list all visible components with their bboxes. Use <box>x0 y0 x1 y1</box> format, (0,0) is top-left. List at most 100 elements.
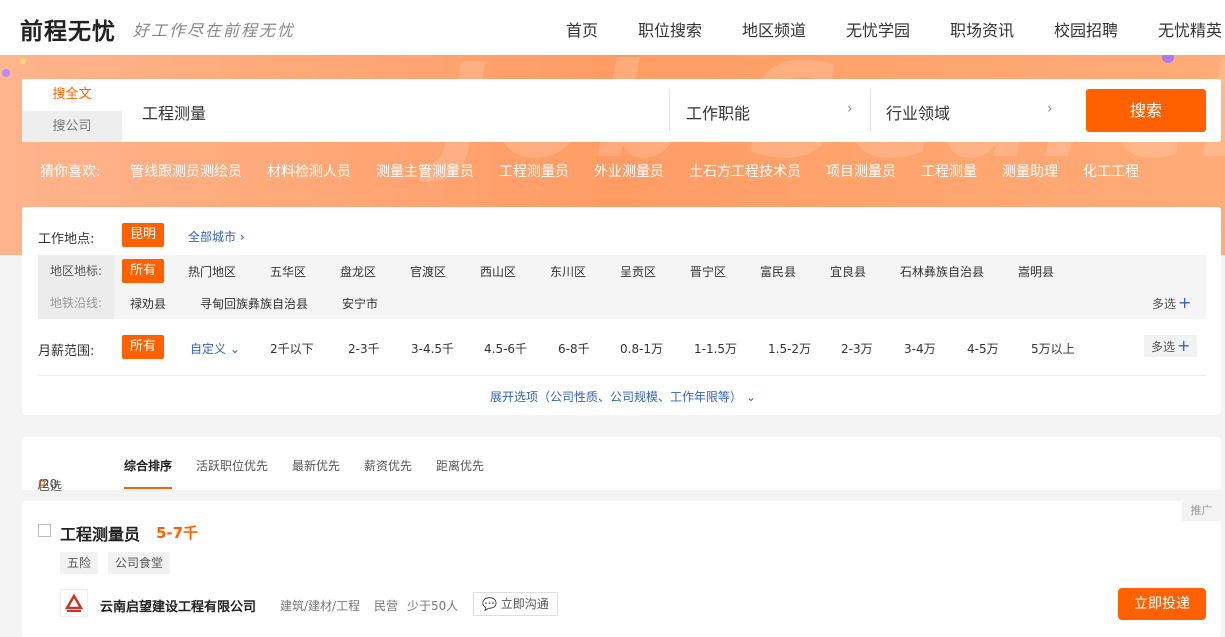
area-multi-select[interactable]: 多选 + <box>1152 293 1191 312</box>
nav-news[interactable]: 职场资讯 <box>950 17 1014 41</box>
company-size: 少于50人 <box>407 599 459 613</box>
main-nav: 首页 职位搜索 地区频道 无忧学园 职场资讯 校园招聘 无忧精英 <box>0 17 1225 40</box>
salary-option[interactable]: 0.8-1万 <box>620 340 663 357</box>
suggest-item[interactable]: 工程测量员 <box>499 161 569 181</box>
sort-salary[interactable]: 薪资优先 <box>364 457 412 474</box>
suggest-item[interactable]: 材料检测人员 <box>267 161 351 181</box>
nav-campus[interactable]: 校园招聘 <box>1054 17 1118 41</box>
salary-option[interactable]: 3-4万 <box>904 340 936 357</box>
salary-option[interactable]: 6-8千 <box>558 340 590 357</box>
nav-home[interactable]: 首页 <box>566 17 598 41</box>
all-cities-label: 全部城市 <box>188 230 237 244</box>
sort-bar: 已选 0 /20 综合排序 活跃职位优先 最新优先 薪资优先 距离优先 <box>22 437 1221 493</box>
keyword-input[interactable]: 工程测量 <box>142 100 206 124</box>
salary-all[interactable]: 所有 <box>122 335 165 359</box>
suggest-item[interactable]: 测量助理 <box>1002 161 1058 181</box>
function-select[interactable]: 工作职能 <box>686 100 750 124</box>
salary-option[interactable]: 3-4.5千 <box>411 340 454 357</box>
salary-custom[interactable]: 自定义 ⌄ <box>190 340 240 357</box>
salary-option[interactable]: 4-5万 <box>967 340 999 357</box>
area-option[interactable]: 西山区 <box>480 263 516 280</box>
benefit-tag: 五险 <box>60 552 99 574</box>
area-all[interactable]: 所有 <box>122 259 165 283</box>
search-box: 搜全文 搜公司 工程测量 工作职能 › 行业领域 › 搜索 <box>22 79 1221 142</box>
company-industry: 建筑/建材/工程 <box>280 599 361 613</box>
area-option[interactable]: 呈贡区 <box>620 263 656 280</box>
area-label: 地区地标: <box>38 255 114 287</box>
chat-bubble-icon: 💬 <box>482 597 497 611</box>
suggest-item[interactable]: 外业测量员 <box>594 161 664 181</box>
city-selected[interactable]: 昆明 <box>122 223 165 247</box>
suggest-item[interactable]: 化工工程 <box>1083 161 1139 181</box>
tab-search-fulltext[interactable]: 搜全文 <box>22 79 122 110</box>
chevron-right-icon: › <box>847 101 853 117</box>
chat-button[interactable]: 💬 立即沟通 <box>473 592 558 616</box>
area-option[interactable]: 寻甸回族彝族自治县 <box>200 295 308 312</box>
industry-select[interactable]: 行业领域 <box>886 100 950 124</box>
apply-button[interactable]: 立即投递 <box>1118 588 1206 620</box>
filter-panel: 工作地点: 昆明 全部城市 › 地区地标: 地铁沿线: 所有 热门地区 五华区 … <box>22 207 1221 415</box>
top-header: 前程无忧 好工作尽在前程无忧 首页 职位搜索 地区频道 无忧学园 职场资讯 校园… <box>0 0 1225 55</box>
suggested-keywords: 猜你喜欢: 管线跟测员测绘员 材料检测人员 测量主管测量员 工程测量员 外业测量… <box>38 161 1218 181</box>
sort-comprehensive[interactable]: 综合排序 <box>124 457 172 474</box>
area-option[interactable]: 东川区 <box>550 263 586 280</box>
sort-distance[interactable]: 距离优先 <box>436 457 484 474</box>
expand-options-link[interactable]: 展开选项（公司性质、公司规模、工作年限等） ⌄ <box>490 388 756 405</box>
area-option[interactable]: 五华区 <box>270 263 306 280</box>
active-sort-indicator <box>124 487 172 489</box>
suggest-item[interactable]: 管线跟测员测绘员 <box>130 161 242 181</box>
divider <box>669 89 670 131</box>
area-option[interactable]: 晋宁区 <box>690 263 726 280</box>
company-name[interactable]: 云南启望建设工程有限公司 <box>100 596 256 615</box>
salary-option[interactable]: 5万以上 <box>1031 340 1075 357</box>
area-option[interactable]: 热门地区 <box>188 263 236 280</box>
chevron-down-icon: ⌄ <box>745 390 756 404</box>
sort-active[interactable]: 活跃职位优先 <box>196 457 268 474</box>
area-option[interactable]: 官渡区 <box>410 263 446 280</box>
nav-academy[interactable]: 无忧学园 <box>846 17 910 41</box>
divider <box>870 89 871 131</box>
location-label: 工作地点: <box>38 232 95 247</box>
salary-option[interactable]: 2-3万 <box>841 340 873 357</box>
suggest-item[interactable]: 测量主管测量员 <box>376 161 474 181</box>
all-cities-link[interactable]: 全部城市 › <box>188 228 245 245</box>
company-ownership: 民营 <box>374 599 399 613</box>
company-logo[interactable] <box>60 589 88 617</box>
area-panel: 地区地标: 地铁沿线: 所有 热门地区 五华区 盘龙区 官渡区 西山区 东川区 … <box>38 255 1206 319</box>
suggest-item[interactable]: 项目测量员 <box>826 161 896 181</box>
multi-label: 多选 <box>1151 340 1176 354</box>
salary-custom-label: 自定义 <box>190 342 227 356</box>
multi-label: 多选 <box>1152 297 1177 311</box>
salary-multi-select[interactable]: 多选 + <box>1144 335 1198 357</box>
area-option[interactable]: 宜良县 <box>830 263 866 280</box>
area-option[interactable]: 石林彝族自治县 <box>900 263 984 280</box>
area-option[interactable]: 禄劝县 <box>130 295 166 312</box>
area-option[interactable]: 嵩明县 <box>1018 263 1054 280</box>
suggest-item[interactable]: 工程测量 <box>921 161 977 181</box>
job-checkbox[interactable] <box>38 524 51 537</box>
chevron-right-icon: › <box>1047 101 1053 117</box>
area-option[interactable]: 盘龙区 <box>340 263 376 280</box>
company-logo-icon <box>64 593 84 612</box>
tab-search-company[interactable]: 搜公司 <box>22 111 122 142</box>
sort-newest[interactable]: 最新优先 <box>292 457 340 474</box>
job-card[interactable]: 工程测量员 5-7千 推广 五险 公司食堂 云南启望建设工程有限公司 建筑/建材… <box>22 501 1221 637</box>
area-option[interactable]: 富民县 <box>760 263 796 280</box>
decor-dot <box>20 58 26 64</box>
salary-option[interactable]: 2千以下 <box>270 340 314 357</box>
salary-option[interactable]: 1-1.5万 <box>694 340 737 357</box>
nav-job-search[interactable]: 职位搜索 <box>638 17 702 41</box>
suggest-item[interactable]: 土石方工程技术员 <box>689 161 801 181</box>
salary-option[interactable]: 2-3千 <box>348 340 380 357</box>
nav-elite[interactable]: 无忧精英 <box>1158 17 1222 41</box>
metro-label[interactable]: 地铁沿线: <box>38 287 114 319</box>
salary-option[interactable]: 4.5-6千 <box>484 340 527 357</box>
chevron-right-icon: › <box>239 230 245 244</box>
area-option[interactable]: 安宁市 <box>342 295 378 312</box>
salary-option[interactable]: 1.5-2万 <box>768 340 811 357</box>
nav-region[interactable]: 地区频道 <box>742 17 806 41</box>
selected-total: /20 <box>38 477 58 491</box>
plus-icon: + <box>1178 293 1192 312</box>
job-title[interactable]: 工程测量员 <box>60 521 140 545</box>
search-button[interactable]: 搜索 <box>1086 89 1206 132</box>
